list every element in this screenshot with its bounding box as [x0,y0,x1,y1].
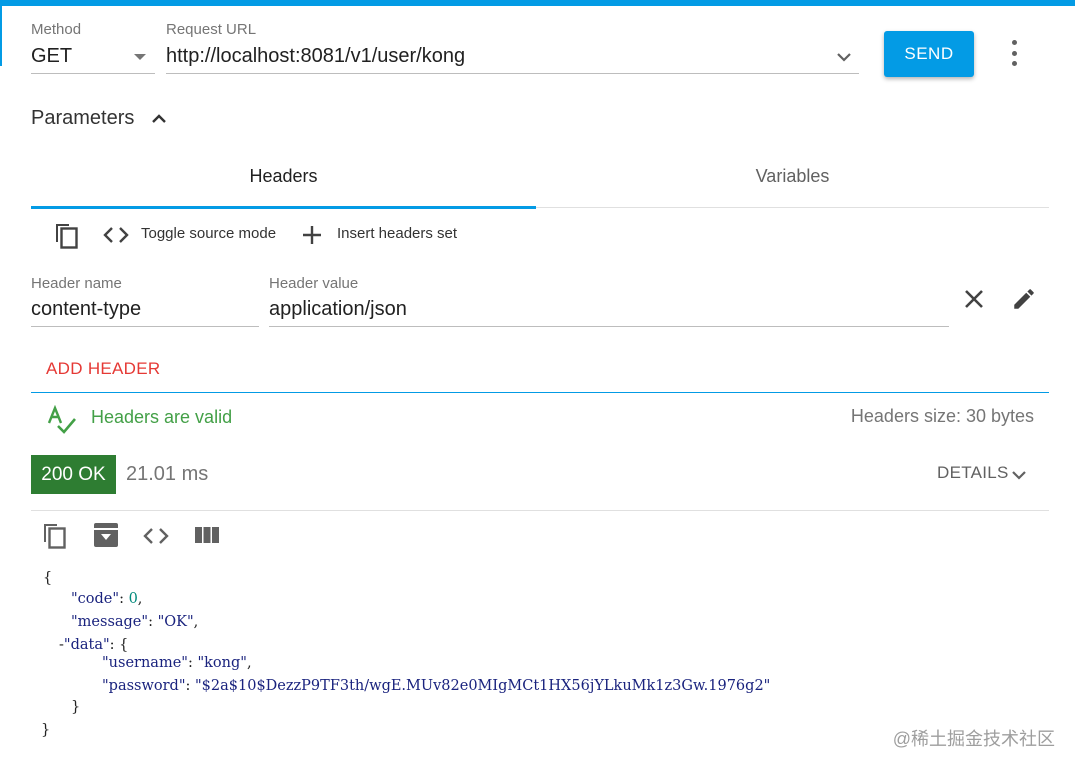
parameters-title: Parameters [31,107,135,129]
view-column-icon[interactable] [194,525,220,545]
add-icon[interactable] [300,223,324,247]
url-value: http://localhost:8081/v1/user/kong [166,45,466,67]
json-key: "message" [71,614,149,630]
json-key: "data" [63,637,110,653]
json-line-code: "code": 0, [71,591,143,607]
copy-icon[interactable] [41,521,69,551]
code-icon[interactable] [142,525,170,547]
copy-icon[interactable] [52,220,80,250]
json-inner-close: } [71,699,81,715]
url-underline [166,73,859,74]
insert-headers-set-button[interactable]: Insert headers set [337,225,457,242]
save-icon[interactable] [93,522,119,548]
headers-size: Headers size: 30 bytes [850,406,1034,426]
response-divider [31,510,1049,511]
json-close-brace: } [41,722,51,738]
json-line-username: "username": "kong", [102,655,252,671]
url-input[interactable]: http://localhost:8081/v1/user/kong [166,42,859,74]
edit-icon[interactable] [1011,286,1037,312]
header-name-underline [31,326,259,327]
json-open-brace: { [43,570,53,586]
method-label: Method [31,21,82,38]
json-line-message: "message": "OK", [71,614,199,630]
header-value-input[interactable]: application/json [269,295,949,327]
method-underline [31,73,155,74]
json-value: "OK" [157,614,194,630]
header-name-value: content-type [31,298,142,320]
json-value: "$2a$10$DezzP9TF3th/wgE.MUv82e0MIgMCt1HX… [195,678,771,694]
response-time: 21.01 ms [126,463,209,485]
close-icon[interactable] [962,287,986,311]
json-key: "code" [71,591,120,607]
toggle-source-mode-button[interactable]: Toggle source mode [141,225,276,242]
chevron-down-icon[interactable] [1010,466,1028,484]
json-key: "username" [102,655,188,671]
json-key: "password" [102,678,186,694]
url-label: Request URL [166,21,257,38]
status-badge: 200 OK [31,455,116,494]
add-header-button[interactable]: ADD HEADER [46,359,160,379]
top-accent-bar [0,0,1075,6]
more-vert-icon[interactable] [1004,40,1024,66]
tab-headers[interactable]: Headers [31,166,536,187]
header-value-underline [269,326,949,327]
header-value-value: application/json [269,298,407,320]
header-name-label: Header name [31,275,122,292]
spellcheck-icon [47,405,76,434]
details-button[interactable]: DETAILS [937,463,1009,483]
active-tab-indicator [31,206,536,209]
chevron-up-icon[interactable] [150,110,168,128]
chevron-down-icon[interactable] [834,47,854,67]
tab-variables[interactable]: Variables [536,166,1049,187]
send-button[interactable]: SEND [884,31,974,77]
json-value: 0 [128,591,138,607]
header-name-input[interactable]: content-type [31,295,259,327]
header-value-label: Header value [269,275,359,292]
watermark: @稀土掘金技术社区 [892,729,1055,749]
left-accent-edge [0,6,2,66]
headers-valid-status: Headers are valid [91,407,233,427]
dropdown-arrow-icon [134,54,146,60]
json-line-password: "password": "$2a$10$DezzP9TF3th/wgE.MUv8… [102,678,771,694]
method-select[interactable]: GET [31,42,155,74]
code-icon[interactable] [102,224,130,246]
json-value: "kong" [197,655,247,671]
add-header-divider [31,392,1049,393]
method-value: GET [31,45,73,67]
